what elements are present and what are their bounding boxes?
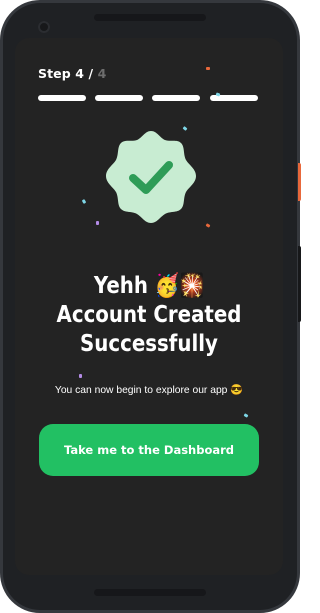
success-subtext: You can now begin to explore our app 😎	[54, 385, 244, 396]
headline-line-2: Account Created	[56, 302, 242, 328]
step-label-total: 4	[97, 66, 107, 81]
confetti-piece	[243, 413, 249, 418]
bottom-speaker	[94, 589, 206, 596]
confetti-piece	[79, 374, 82, 378]
earpiece-speaker	[94, 14, 206, 21]
power-button	[298, 163, 301, 201]
step-indicator: Step 4 / 4	[38, 66, 106, 81]
success-headline: Yehh 🥳🎇 Account Created Successfully	[34, 272, 264, 359]
success-badge	[103, 129, 199, 225]
confetti-piece	[96, 221, 99, 225]
step-progress-bar	[38, 95, 260, 101]
confetti-piece	[81, 199, 87, 204]
volume-button	[298, 246, 301, 322]
progress-segment-3	[152, 95, 200, 101]
headline-line-1: Yehh 🥳🎇	[93, 273, 205, 299]
step-label-current: Step 4 /	[38, 66, 98, 81]
dashboard-button[interactable]: Take me to the Dashboard	[39, 424, 259, 476]
front-camera	[38, 21, 50, 33]
app-screen: Step 4 / 4 Yehh 🥳🎇 Account Created Succe…	[15, 38, 283, 575]
check-icon	[106, 131, 196, 223]
headline-line-3: Successfully	[80, 331, 218, 357]
confetti-piece	[206, 67, 210, 70]
progress-segment-2	[95, 95, 143, 101]
confetti-piece	[205, 223, 211, 228]
progress-segment-1	[38, 95, 86, 101]
